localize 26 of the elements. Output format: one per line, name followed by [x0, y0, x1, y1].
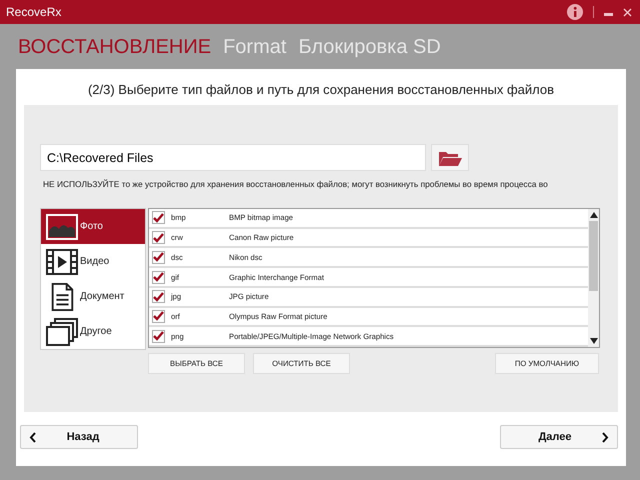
step-heading: (2/3) Выберите тип файлов и путь для сохранения восстановленных файлов: [86, 81, 556, 99]
checkbox[interactable]: [152, 310, 165, 323]
checkbox[interactable]: [152, 270, 165, 284]
window-title: RecoveRx: [6, 5, 62, 19]
browse-button[interactable]: [431, 144, 469, 171]
chevron-left-icon: [29, 432, 37, 442]
scroll-up-icon[interactable]: [590, 212, 598, 218]
category-item[interactable]: Фото: [41, 209, 145, 244]
landscape-icon: [46, 212, 78, 240]
checkbox[interactable]: [152, 211, 165, 224]
film-icon: [46, 248, 78, 276]
back-button[interactable]: Назад: [20, 425, 138, 449]
checkbox[interactable]: [152, 290, 165, 304]
checkbox[interactable]: [152, 250, 165, 264]
scroll-down-icon[interactable]: [590, 338, 598, 344]
next-button[interactable]: Далее: [500, 425, 618, 449]
stacked-windows-icon: [46, 318, 78, 346]
checkbox[interactable]: [152, 231, 165, 244]
warning-text: НЕ ИСПОЛЬЗУЙТЕ то же устройство для хранения восстановленных файлов; могут возникнуть проблемы во время процесса во: [43, 179, 549, 189]
minimize-icon[interactable]: [604, 13, 613, 17]
close-icon[interactable]: [623, 8, 632, 16]
checkbox[interactable]: [152, 330, 165, 343]
scrollbar-thumb[interactable]: [589, 221, 598, 291]
info-icon[interactable]: [567, 4, 583, 20]
chevron-right-icon: [601, 432, 609, 442]
path-field[interactable]: C:\Recovered Files: [40, 144, 426, 171]
